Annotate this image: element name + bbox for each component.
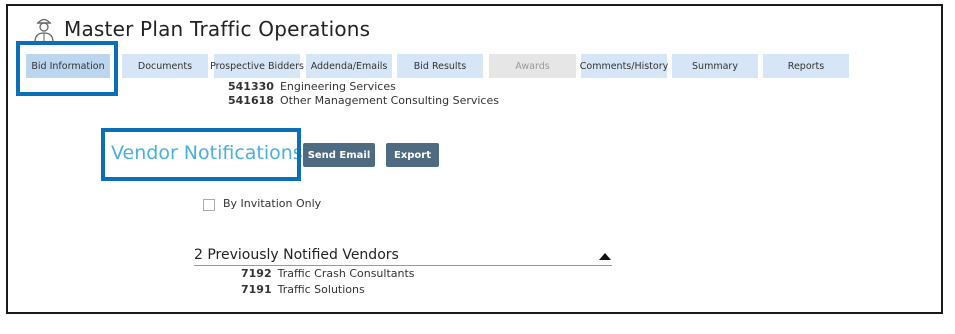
tab-documents[interactable]: Documents	[122, 54, 208, 78]
tab-prospective-bidders[interactable]: Prospective Bidders	[210, 54, 304, 78]
vendor-name: Traffic Solutions	[277, 283, 365, 296]
tab-awards: Awards	[489, 54, 576, 78]
page-title: Master Plan Traffic Operations	[64, 17, 371, 41]
naics-row: 541618 Other Management Consulting Servic…	[228, 94, 499, 107]
naics-code: 541618	[228, 94, 274, 107]
tab-bid-results[interactable]: Bid Results	[397, 54, 483, 78]
vendor-id: 7191	[241, 283, 272, 296]
tab-addenda-emails[interactable]: Addenda/Emails	[306, 54, 392, 78]
vendor-id: 7192	[241, 267, 272, 280]
tab-summary[interactable]: Summary	[672, 54, 758, 78]
tab-reports[interactable]: Reports	[763, 54, 849, 78]
naics-description: Other Management Consulting Services	[279, 94, 499, 107]
section-divider	[194, 265, 612, 266]
engineer-user-icon	[34, 18, 54, 43]
page-frame: Master Plan Traffic Operations Bid Infor…	[6, 4, 943, 314]
vendor-list-item: 7192 Traffic Crash Consultants	[241, 267, 415, 280]
page-header: Master Plan Traffic Operations	[32, 14, 370, 44]
vendor-name: Traffic Crash Consultants	[277, 267, 415, 280]
vendor-list-item: 7191 Traffic Solutions	[241, 283, 365, 296]
export-button[interactable]: Export	[386, 143, 439, 167]
tab-bid-information[interactable]: Bid Information	[26, 54, 110, 78]
by-invitation-label: By Invitation Only	[223, 197, 322, 210]
collapse-caret-icon[interactable]	[599, 253, 611, 260]
vendor-notifications-title: Vendor Notifications	[111, 142, 303, 164]
naics-row: 541330 Engineering Services	[228, 80, 396, 93]
naics-description: Engineering Services	[279, 80, 396, 93]
naics-code: 541330	[228, 80, 274, 93]
tab-comments-history[interactable]: Comments/History	[580, 54, 668, 78]
previously-notified-header[interactable]: 2 Previously Notified Vendors	[194, 247, 399, 263]
send-email-button[interactable]: Send Email	[303, 143, 375, 167]
by-invitation-checkbox[interactable]	[203, 199, 215, 211]
